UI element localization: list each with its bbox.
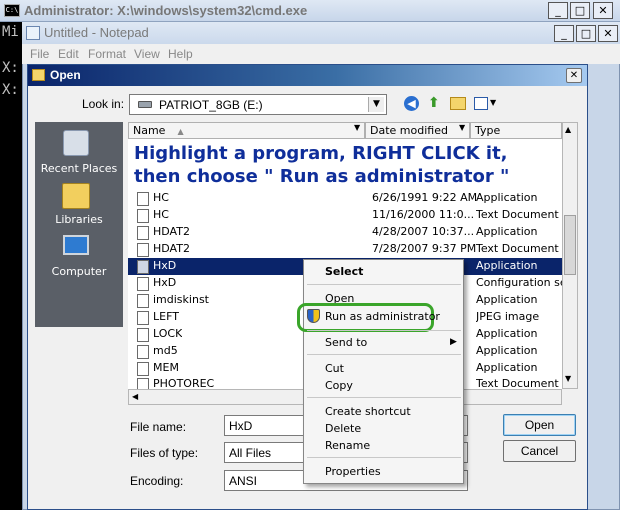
encoding-label: Encoding: [130, 474, 184, 488]
cmd-line-5: X: [2, 82, 19, 98]
files-of-type-label: Files of type: [130, 446, 199, 460]
notepad-app-icon [26, 26, 40, 40]
cmd-line-3: X: [2, 60, 19, 76]
drive-icon [138, 101, 152, 108]
cmd-app-icon: C:\ [4, 4, 20, 17]
text-file-icon [137, 378, 149, 389]
look-in-dropdown[interactable]: PATRIOT_8GB (E:) ▼ [129, 94, 387, 115]
notepad-minimize-button[interactable]: _ [554, 25, 574, 42]
column-type-label: Type [475, 124, 501, 137]
file-list-vertical-scrollbar[interactable]: ▲ ▼ [562, 122, 578, 389]
installer-icon [137, 294, 149, 308]
menu-item-copy[interactable]: Copy [325, 379, 353, 392]
menu-view[interactable]: View [134, 47, 160, 61]
menu-item-send-to[interactable]: Send to [325, 336, 367, 349]
cmd-minimize-button[interactable]: _ [548, 2, 568, 19]
cmd-window-title: Administrator: X:\windows\system32\cmd.e… [24, 3, 308, 18]
uac-shield-icon [307, 309, 320, 323]
folder-icon [32, 69, 45, 81]
encoding-value: ANSI [229, 474, 258, 488]
menu-item-properties[interactable]: Properties [325, 465, 381, 478]
menu-item-cut[interactable]: Cut [325, 362, 344, 375]
notepad-maximize-button[interactable]: □ [576, 25, 596, 42]
place-computer[interactable]: Computer [35, 265, 123, 278]
file-row[interactable]: HC 6/26/1991 9:22 AM Application [128, 190, 562, 207]
file-name-value: HxD [229, 419, 253, 433]
computer-icon[interactable] [63, 235, 89, 255]
scroll-down-icon[interactable]: ▼ [565, 374, 571, 383]
cmd-maximize-button[interactable]: □ [570, 2, 590, 19]
up-folder-icon[interactable]: ⬆ [428, 96, 442, 111]
column-date-label: Date modified [370, 124, 448, 137]
text-file-icon [137, 209, 149, 223]
files-of-type-value: All Files [229, 446, 272, 460]
submenu-arrow-icon: ▶ [450, 337, 457, 347]
open-dialog-title-bar[interactable] [28, 65, 587, 86]
config-file-icon [137, 277, 149, 291]
file-row[interactable]: HC 11/16/2000 11:0... Text Document [128, 207, 562, 224]
column-header-name[interactable]: Name ▲ [128, 122, 365, 139]
application-icon [137, 328, 149, 342]
application-icon [137, 345, 149, 359]
menu-item-run-as-administrator[interactable]: Run as administrator [325, 310, 440, 323]
open-dialog-title: Open [50, 68, 81, 82]
open-dialog-close-button[interactable]: ✕ [566, 68, 582, 83]
place-libraries[interactable]: Libraries [35, 213, 123, 226]
look-in-value: PATRIOT_8GB (E:) [159, 98, 263, 112]
menu-separator [307, 457, 461, 458]
image-file-icon [137, 311, 149, 325]
sort-ascending-icon: ▲ [177, 127, 184, 136]
column-header-date[interactable]: Date modified [365, 122, 470, 139]
chevron-down-icon[interactable]: ▼ [368, 97, 384, 112]
file-name-label: File name: [130, 420, 187, 434]
menu-item-create-shortcut[interactable]: Create shortcut [325, 405, 411, 418]
menu-separator [307, 330, 461, 331]
view-chevron-icon[interactable]: ▼ [490, 98, 496, 107]
column-name-dropdown-icon[interactable]: ▼ [354, 123, 360, 132]
new-folder-icon[interactable] [450, 97, 466, 110]
application-icon [137, 226, 149, 240]
file-row[interactable]: HDAT2 4/28/2007 10:37... Application [128, 224, 562, 241]
cmd-line-1: Mi [2, 24, 19, 40]
look-in-label: Look in: [82, 97, 125, 111]
column-date-dropdown-icon[interactable]: ▼ [459, 123, 465, 132]
cmd-close-button[interactable]: ✕ [593, 2, 613, 19]
notepad-menu-bar: File Edit Format View Help [22, 44, 620, 64]
application-icon [137, 192, 149, 206]
menu-separator [307, 397, 461, 398]
libraries-icon[interactable] [62, 183, 90, 209]
menu-item-rename[interactable]: Rename [325, 439, 370, 452]
menu-edit[interactable]: Edit [58, 47, 79, 61]
file-row[interactable]: HDAT2 7/28/2007 9:37 PM Text Document [128, 241, 562, 258]
scroll-left-icon[interactable]: ◀ [132, 392, 138, 401]
notepad-close-button[interactable]: ✕ [598, 25, 618, 42]
column-name-label: Name [133, 124, 166, 137]
scroll-thumb[interactable] [564, 215, 576, 275]
menu-item-delete[interactable]: Delete [325, 422, 361, 435]
open-button[interactable]: Open [503, 414, 576, 436]
application-icon [137, 362, 149, 376]
menu-format[interactable]: Format [88, 47, 126, 61]
menu-file[interactable]: File [30, 47, 49, 61]
menu-separator [307, 284, 461, 285]
menu-help[interactable]: Help [168, 47, 193, 61]
application-icon [137, 260, 149, 274]
text-file-icon [137, 243, 149, 257]
notepad-title: Untitled - Notepad [44, 25, 149, 40]
place-recent[interactable]: Recent Places [35, 162, 123, 175]
back-icon[interactable]: ◀ [404, 96, 419, 111]
menu-item-select[interactable]: Select [325, 265, 363, 278]
column-header-type[interactable]: Type [470, 122, 562, 139]
recent-places-icon[interactable] [63, 130, 89, 156]
scroll-up-icon[interactable]: ▲ [565, 125, 571, 134]
cancel-button[interactable]: Cancel [503, 440, 576, 462]
menu-separator [307, 354, 461, 355]
view-menu-icon[interactable] [474, 97, 488, 110]
instruction-annotation: Highlight a program, RIGHT CLICK it, the… [134, 143, 510, 187]
